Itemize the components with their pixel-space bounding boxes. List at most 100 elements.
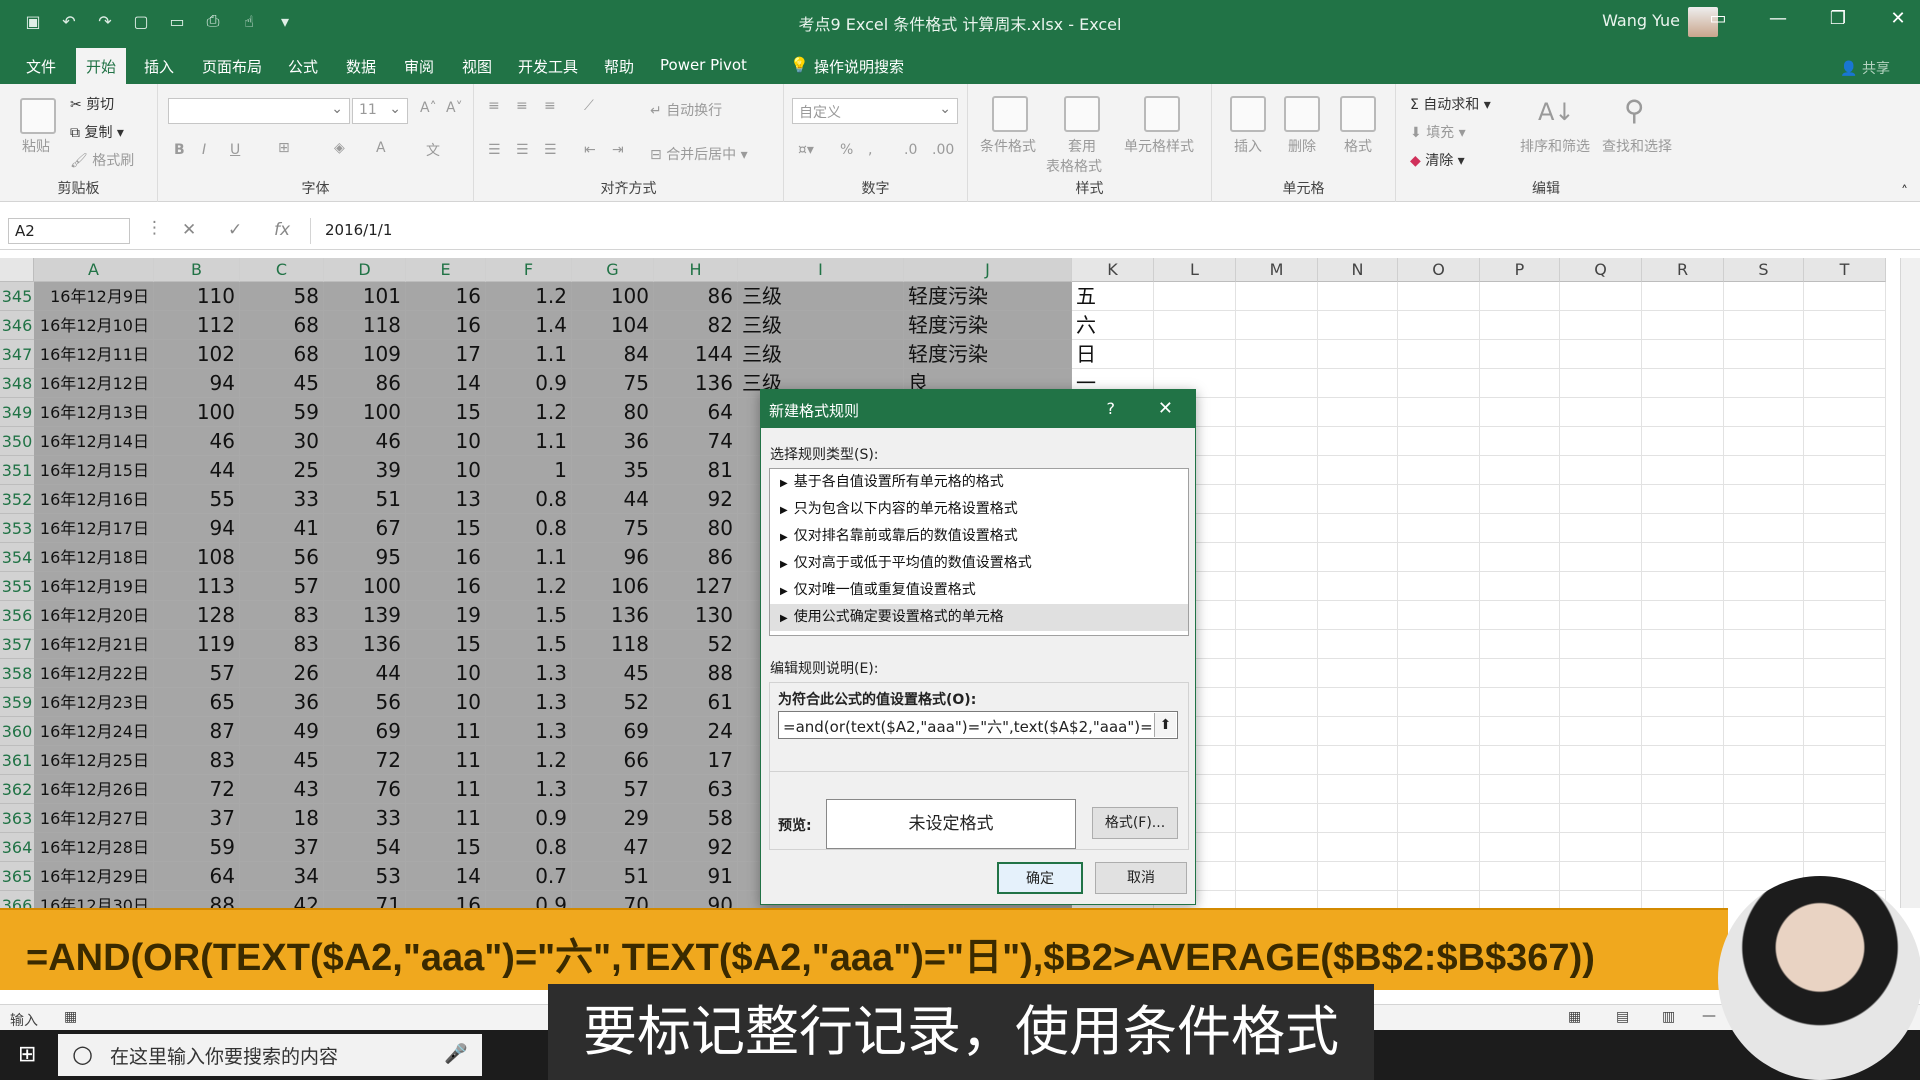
insert-cells-icon[interactable]: [1230, 96, 1266, 132]
tab-home[interactable]: 开始: [76, 48, 127, 84]
cell[interactable]: [1804, 427, 1886, 456]
align-bottom-icon[interactable]: ≡: [544, 98, 556, 114]
cell[interactable]: 55: [154, 485, 240, 514]
cell[interactable]: 1.5: [486, 601, 572, 630]
share-button[interactable]: 👤 共享: [1840, 58, 1890, 78]
decrease-decimal-icon[interactable]: .00: [932, 142, 954, 158]
cell[interactable]: [1560, 398, 1642, 427]
cell[interactable]: [1724, 659, 1804, 688]
cell[interactable]: 75: [572, 514, 654, 543]
column-header-f[interactable]: F: [486, 258, 572, 282]
select-all-corner[interactable]: [0, 258, 34, 282]
align-right-icon[interactable]: ☰: [544, 142, 557, 158]
column-header-e[interactable]: E: [406, 258, 486, 282]
cell[interactable]: 95: [324, 543, 406, 572]
cell[interactable]: [1480, 311, 1560, 340]
cell[interactable]: 82: [654, 311, 738, 340]
cell[interactable]: [1804, 572, 1886, 601]
zoom-out-icon[interactable]: —: [1702, 1008, 1716, 1024]
cell[interactable]: 36: [240, 688, 324, 717]
cell[interactable]: [1480, 891, 1560, 908]
cell[interactable]: 三级: [738, 311, 904, 340]
cell[interactable]: 70: [572, 891, 654, 908]
cell[interactable]: 16年12月9日: [34, 282, 154, 311]
cell[interactable]: 18: [240, 804, 324, 833]
cell[interactable]: [1804, 543, 1886, 572]
cell[interactable]: [1480, 833, 1560, 862]
underline-icon[interactable]: U: [230, 142, 240, 158]
taskbar-search[interactable]: ○ 在这里输入你要搜索的内容 🎤: [58, 1034, 482, 1076]
cell[interactable]: 119: [154, 630, 240, 659]
ok-button[interactable]: 确定: [997, 862, 1083, 894]
ribbon-display-icon[interactable]: ▭: [1706, 8, 1730, 29]
cell[interactable]: 72: [154, 775, 240, 804]
cell[interactable]: 16年12月18日: [34, 543, 154, 572]
cell[interactable]: 16年12月16日: [34, 485, 154, 514]
tab-insert[interactable]: 插入: [134, 52, 184, 81]
cell[interactable]: 1.1: [486, 340, 572, 369]
cell[interactable]: 日: [1072, 340, 1154, 369]
tab-page-layout[interactable]: 页面布局: [192, 52, 272, 81]
insert-function-icon[interactable]: fx: [274, 220, 290, 240]
cell[interactable]: 0.9: [486, 891, 572, 908]
column-header-a[interactable]: A: [34, 258, 154, 282]
cell[interactable]: [1480, 485, 1560, 514]
cell[interactable]: 10: [406, 427, 486, 456]
cell[interactable]: 92: [654, 485, 738, 514]
bold-icon[interactable]: B: [174, 142, 185, 158]
cell[interactable]: 68: [240, 340, 324, 369]
cell[interactable]: 83: [240, 601, 324, 630]
cell[interactable]: [1236, 340, 1318, 369]
cell[interactable]: [1642, 369, 1724, 398]
cell[interactable]: [1318, 804, 1398, 833]
collapse-dialog-icon[interactable]: ⬆: [1154, 713, 1176, 737]
sort-filter-icon[interactable]: A↓: [1538, 98, 1575, 126]
tab-developer[interactable]: 开发工具: [508, 52, 588, 81]
cell[interactable]: 66: [572, 746, 654, 775]
cell[interactable]: [1642, 862, 1724, 891]
cell[interactable]: 118: [324, 311, 406, 340]
cell[interactable]: [1398, 775, 1480, 804]
row-header[interactable]: 353: [0, 514, 34, 543]
cell[interactable]: 0.9: [486, 369, 572, 398]
cell[interactable]: 16年12月10日: [34, 311, 154, 340]
cell[interactable]: [1318, 369, 1398, 398]
cell[interactable]: [1480, 630, 1560, 659]
orientation-icon[interactable]: ⟋: [584, 98, 594, 114]
cell[interactable]: [1236, 514, 1318, 543]
cell[interactable]: [1724, 775, 1804, 804]
cell[interactable]: 84: [572, 340, 654, 369]
cell[interactable]: [1480, 427, 1560, 456]
cell[interactable]: 86: [654, 282, 738, 311]
cancel-entry-icon[interactable]: ✕: [182, 220, 196, 240]
cell[interactable]: 100: [324, 572, 406, 601]
cell[interactable]: 11: [406, 746, 486, 775]
cell[interactable]: [1560, 456, 1642, 485]
cell[interactable]: 88: [654, 659, 738, 688]
cell[interactable]: [1804, 311, 1886, 340]
cell[interactable]: [1642, 833, 1724, 862]
cell[interactable]: 0.8: [486, 514, 572, 543]
cell[interactable]: [1724, 282, 1804, 311]
cell[interactable]: 15: [406, 630, 486, 659]
cell[interactable]: 86: [324, 369, 406, 398]
cell[interactable]: [1804, 717, 1886, 746]
cell[interactable]: [1480, 282, 1560, 311]
cell[interactable]: [1398, 282, 1480, 311]
name-box[interactable]: A2: [8, 218, 130, 244]
cell[interactable]: [1560, 601, 1642, 630]
grow-font-icon[interactable]: A˄: [420, 100, 437, 116]
cell[interactable]: [1480, 514, 1560, 543]
conditional-format-button[interactable]: 条件格式: [980, 136, 1036, 156]
cell[interactable]: 47: [572, 833, 654, 862]
cell[interactable]: 59: [240, 398, 324, 427]
cell[interactable]: [1398, 369, 1480, 398]
sort-filter-button[interactable]: 排序和筛选: [1520, 136, 1590, 156]
cell[interactable]: 1.5: [486, 630, 572, 659]
rule-type-item[interactable]: ▶ 仅对高于或低于平均值的数值设置格式: [770, 550, 1188, 577]
cell[interactable]: [1398, 659, 1480, 688]
cell[interactable]: [1236, 398, 1318, 427]
cell[interactable]: [1560, 572, 1642, 601]
cell[interactable]: 136: [654, 369, 738, 398]
cell[interactable]: [1642, 688, 1724, 717]
